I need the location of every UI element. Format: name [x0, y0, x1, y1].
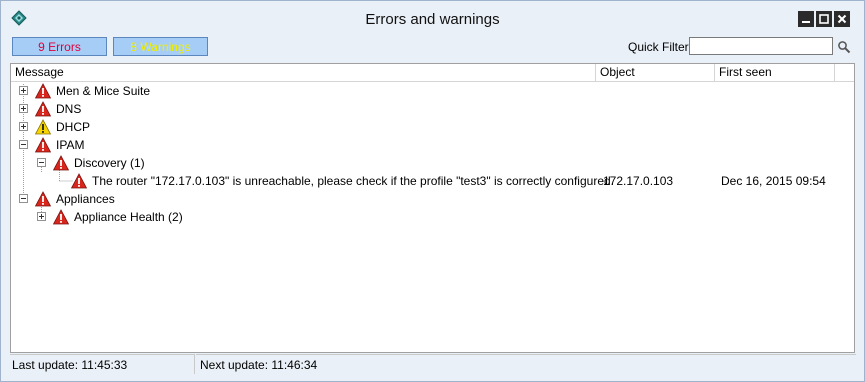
tree-row-discovery[interactable]: Discovery (1) — [11, 154, 854, 172]
collapse-icon[interactable] — [37, 158, 46, 167]
error-icon — [53, 155, 69, 171]
tree-label: Men & Mice Suite — [56, 84, 151, 98]
expand-icon[interactable] — [19, 122, 28, 131]
object-cell: 172.17.0.103 — [603, 174, 674, 188]
error-icon — [35, 191, 51, 207]
tree-row-men-mice-suite[interactable]: Men & Mice Suite — [11, 82, 854, 100]
error-icon — [71, 173, 87, 189]
title-bar[interactable]: Errors and warnings — [1, 1, 864, 31]
collapse-icon[interactable] — [19, 140, 28, 149]
maximize-icon — [819, 14, 829, 24]
tree-row-ipam[interactable]: IPAM — [11, 136, 854, 154]
errors-filter-button[interactable]: 9 Errors — [12, 37, 107, 56]
close-icon — [837, 14, 847, 24]
messages-tree-grid[interactable]: Message Object First seen Men & Mice Sui… — [10, 63, 855, 353]
quick-filter-input[interactable] — [689, 37, 833, 55]
tree-row-dns[interactable]: DNS — [11, 100, 854, 118]
tree-row-appliance-health[interactable]: Appliance Health (2) — [11, 208, 854, 226]
tree-label: DNS — [56, 102, 82, 116]
tree-row-router-message[interactable]: The router "172.17.0.103" is unreachable… — [11, 172, 854, 190]
search-icon[interactable] — [837, 40, 851, 54]
expand-icon[interactable] — [19, 86, 28, 95]
tree-row-dhcp[interactable]: DHCP — [11, 118, 854, 136]
collapse-icon[interactable] — [19, 194, 28, 203]
status-bar: Last update: 11:45:33 Next update: 11:46… — [1, 354, 864, 381]
tree-label: DHCP — [56, 120, 91, 134]
tree-label: Discovery (1) — [74, 156, 145, 170]
window-title: Errors and warnings — [365, 11, 500, 28]
expand-icon[interactable] — [37, 212, 46, 221]
tree-row-appliances[interactable]: Appliances — [11, 190, 854, 208]
error-icon — [35, 137, 51, 153]
tree-label: IPAM — [56, 138, 85, 152]
next-update-status: Next update: 11:46:34 — [196, 354, 856, 374]
warning-icon — [35, 119, 51, 135]
last-update-status: Last update: 11:45:33 — [10, 354, 195, 374]
first-seen-cell: Dec 16, 2015 09:54 — [721, 174, 826, 188]
tree-label: Appliances — [56, 192, 115, 206]
warnings-filter-button[interactable]: 8 Warnings — [113, 37, 208, 56]
tree-label: Appliance Health (2) — [74, 210, 183, 224]
errors-warnings-window: Errors and warnings 9 Errors 8 Warnings … — [0, 0, 865, 382]
minimize-button[interactable] — [798, 11, 814, 27]
quick-filter-label: Quick Filter: — [628, 40, 693, 54]
error-icon — [53, 209, 69, 225]
maximize-button[interactable] — [816, 11, 832, 27]
toolbar: 9 Errors 8 Warnings Quick Filter: — [10, 36, 856, 60]
expand-icon[interactable] — [19, 104, 28, 113]
minimize-icon — [802, 21, 810, 23]
error-icon — [35, 83, 51, 99]
error-icon — [35, 101, 51, 117]
message-text: The router "172.17.0.103" is unreachable… — [92, 174, 614, 188]
close-button[interactable] — [834, 11, 850, 27]
